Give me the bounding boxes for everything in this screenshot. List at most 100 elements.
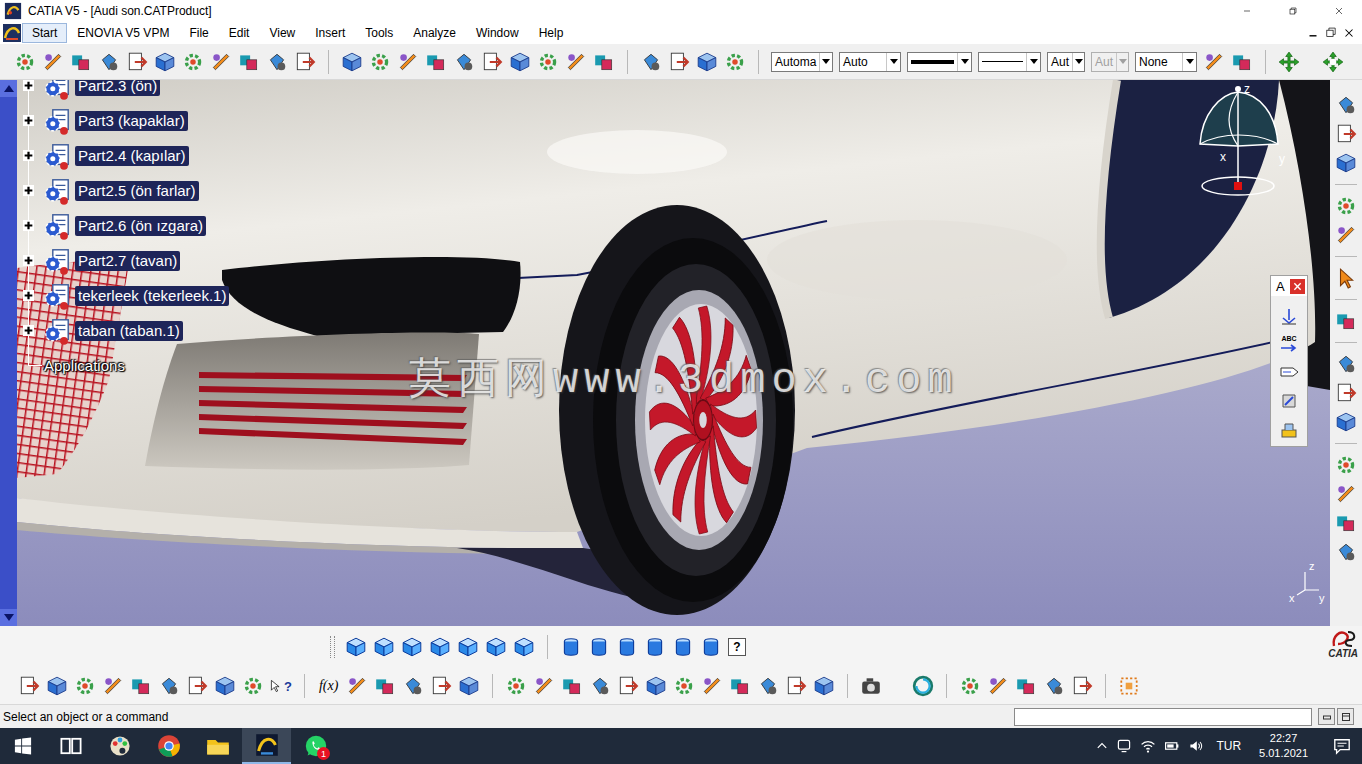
catia-icon[interactable] <box>255 733 279 757</box>
menu-item[interactable]: View <box>259 23 305 43</box>
tool-icon[interactable] <box>696 51 718 73</box>
menu-item[interactable]: Edit <box>219 23 260 43</box>
tool-icon[interactable] <box>402 675 424 697</box>
window-icon[interactable] <box>1341 712 1351 722</box>
3d-viewport[interactable]: Part2.3 (ön)Part3 (kapaklar)Part2.4 (kap… <box>17 80 1330 626</box>
render-style-icon[interactable] <box>700 636 722 658</box>
taskbar-app[interactable] <box>46 728 95 764</box>
doc-restore-icon[interactable] <box>1324 26 1338 40</box>
meet-icon[interactable] <box>1116 738 1132 754</box>
menu-item[interactable]: Analyze <box>403 23 466 43</box>
tool-icon[interactable] <box>1043 675 1065 697</box>
dropdown[interactable] <box>907 52 972 72</box>
battery-icon[interactable] <box>1164 738 1180 754</box>
taskbar-app[interactable] <box>144 728 193 764</box>
tool-icon[interactable] <box>186 675 208 697</box>
tool-icon[interactable] <box>346 675 368 697</box>
compass-icon[interactable] <box>1182 82 1292 204</box>
tool-icon[interactable] <box>729 675 751 697</box>
tool-icon[interactable] <box>458 675 480 697</box>
notification-icon[interactable] <box>1333 737 1351 755</box>
tool-icon[interactable] <box>130 675 152 697</box>
taskbar-app[interactable] <box>193 728 242 764</box>
tool-icon[interactable] <box>182 51 204 73</box>
tree-item[interactable]: Part3 (kapaklar) <box>17 103 229 138</box>
tool-icon[interactable] <box>757 675 779 697</box>
tool-icon[interactable] <box>425 51 447 73</box>
render-style-icon[interactable] <box>672 636 694 658</box>
close-icon[interactable] <box>1333 5 1345 17</box>
expand-icon[interactable] <box>23 255 34 266</box>
tool-icon[interactable] <box>1335 483 1357 505</box>
flag-note-icon[interactable] <box>1278 362 1300 382</box>
tool-icon[interactable] <box>1335 94 1357 116</box>
command-button[interactable] <box>1318 708 1335 725</box>
tool-icon[interactable] <box>533 675 555 697</box>
tool-icon[interactable] <box>724 51 746 73</box>
tool-icon[interactable] <box>701 675 723 697</box>
tool-icon[interactable] <box>813 675 835 697</box>
tool-icon[interactable] <box>1335 454 1357 476</box>
doc-close-icon[interactable] <box>1342 26 1356 40</box>
datum-icon[interactable] <box>1279 391 1299 411</box>
tree-item[interactable]: Part2.4 (kapılar) <box>17 138 229 173</box>
tool-icon[interactable] <box>481 51 503 73</box>
windows-icon[interactable] <box>14 737 32 755</box>
restore-button[interactable] <box>1270 0 1316 22</box>
tool-icon[interactable] <box>397 51 419 73</box>
tool-icon[interactable] <box>1335 541 1357 563</box>
paint-icon[interactable] <box>108 734 132 758</box>
tree-scrollbar[interactable] <box>0 80 17 626</box>
tool-icon[interactable] <box>42 51 64 73</box>
expand-icon[interactable] <box>23 150 34 161</box>
tool-icon[interactable] <box>959 675 981 697</box>
view-cube-icon[interactable] <box>513 636 535 658</box>
tree-item[interactable]: Part2.5 (ön farlar) <box>17 173 229 208</box>
taskbar-app[interactable] <box>242 728 291 764</box>
tool-icon[interactable] <box>214 675 236 697</box>
tool-icon[interactable] <box>1335 195 1357 217</box>
compass[interactable]: zxy <box>1182 82 1292 204</box>
tool-icon[interactable] <box>341 51 363 73</box>
car-model[interactable] <box>17 80 1330 626</box>
help-button[interactable]: ? <box>728 638 746 656</box>
view-cube-icon[interactable] <box>373 636 395 658</box>
pan-icon[interactable] <box>1278 51 1300 73</box>
menu-item[interactable]: Tools <box>355 23 403 43</box>
dropdown[interactable] <box>978 52 1041 72</box>
pointer-icon[interactable] <box>270 676 284 696</box>
tool-icon[interactable] <box>46 675 68 697</box>
tool-icon[interactable] <box>673 675 695 697</box>
view-cube-icon[interactable] <box>457 636 479 658</box>
tree-item[interactable]: taban (taban.1) <box>17 313 229 348</box>
tool-icon[interactable] <box>1203 51 1225 73</box>
start-button[interactable] <box>0 728 46 764</box>
applications-node[interactable]: Applications <box>17 348 229 383</box>
tool-icon[interactable] <box>668 51 690 73</box>
tool-icon[interactable] <box>266 51 288 73</box>
tree-item[interactable]: Part2.3 (ön) <box>17 80 229 103</box>
tool-icon[interactable] <box>561 675 583 697</box>
tool-icon[interactable] <box>593 51 615 73</box>
tool-icon[interactable] <box>154 51 176 73</box>
tool-icon[interactable] <box>1015 675 1037 697</box>
dropdown[interactable]: None <box>1135 52 1197 72</box>
catia-menu-icon[interactable] <box>2 23 22 43</box>
tool-icon[interactable] <box>509 51 531 73</box>
annotations-toolbar[interactable]: AABC <box>1270 275 1308 447</box>
menu-item[interactable]: File <box>179 23 218 43</box>
restore-icon[interactable] <box>1287 5 1299 17</box>
tool-icon[interactable] <box>238 51 260 73</box>
clock[interactable]: 22:275.01.2021 <box>1253 731 1314 761</box>
minimize-button[interactable] <box>1224 0 1270 22</box>
minimize-icon[interactable] <box>1241 5 1253 17</box>
tool-icon[interactable] <box>1335 382 1357 404</box>
tool-icon[interactable] <box>785 675 807 697</box>
command-input[interactable] <box>1014 708 1312 726</box>
view-cube-icon[interactable] <box>401 636 423 658</box>
tool-icon[interactable] <box>1335 353 1357 375</box>
tree-item[interactable]: tekerleek (tekerleek.1) <box>17 278 229 313</box>
tool-icon[interactable] <box>987 675 1009 697</box>
stack-icon[interactable] <box>1279 420 1299 440</box>
tool-icon[interactable] <box>1335 123 1357 145</box>
